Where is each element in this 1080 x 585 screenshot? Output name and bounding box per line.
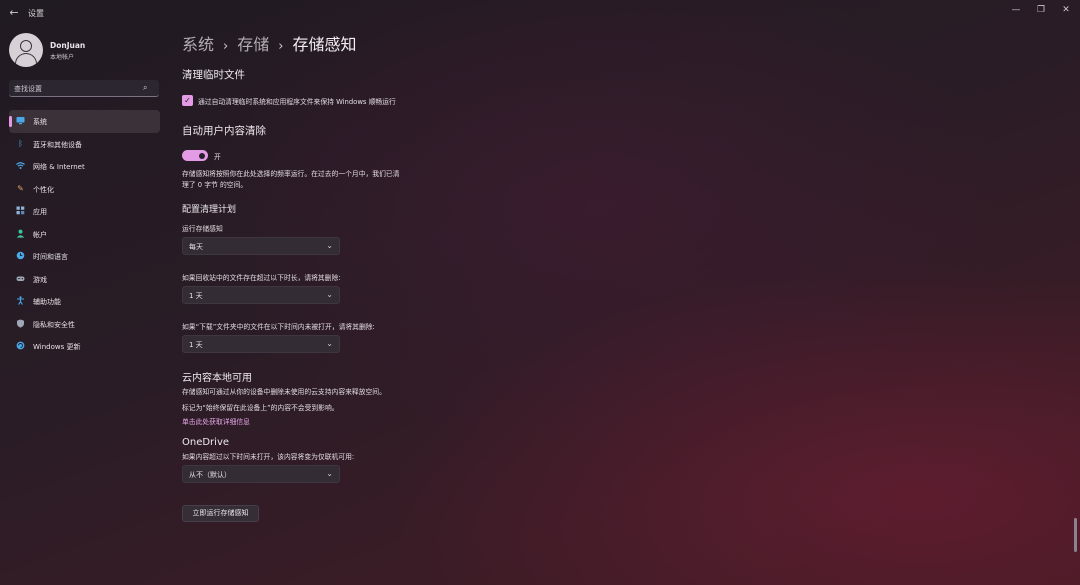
dropdown-value: 从不（默认） xyxy=(189,471,231,479)
search-icon[interactable]: ⌕ xyxy=(143,83,153,93)
user-name: DonJuan xyxy=(50,41,86,50)
sidebar-item-privacy[interactable]: 隐私和安全性 xyxy=(9,313,160,336)
cloud-description-2: 标记为“始终保留在此设备上”的内容不会受到影响。 xyxy=(182,404,339,412)
breadcrumb-storage[interactable]: 存储 xyxy=(237,35,269,54)
breadcrumb: 系统 › 存储 › 存储感知 xyxy=(182,31,356,55)
toggle-knob xyxy=(199,152,205,159)
sidebar-item-label: 辅助功能 xyxy=(33,298,61,306)
bluetooth-icon: ᛒ xyxy=(18,138,23,148)
avatar[interactable] xyxy=(9,33,43,67)
auto-cleanup-heading: 自动用户内容清除 xyxy=(182,125,266,137)
sidebar-item-gaming[interactable]: 游戏 xyxy=(9,268,160,291)
cloud-heading: 云内容本地可用 xyxy=(182,373,252,384)
sidebar-item-label: 隐私和安全性 xyxy=(33,320,75,329)
onedrive-heading: OneDrive xyxy=(182,437,230,448)
brush-icon: ✎ xyxy=(17,183,24,193)
sidebar-item-bluetooth[interactable]: ᛒ 蓝牙和其他设备 xyxy=(9,133,160,156)
sidebar-item-personalization[interactable]: ✎ 个性化 xyxy=(9,178,160,201)
cloud-description-1: 存储感知可通过从你的设备中删除未使用的云支持内容来释放空间。 xyxy=(182,388,386,396)
dropdown-value: 每天 xyxy=(189,243,203,251)
close-button[interactable]: ✕ xyxy=(1053,3,1079,17)
run-frequency-dropdown[interactable]: 每天 ⌄ xyxy=(182,237,340,255)
apps-icon xyxy=(16,206,25,215)
account-type: 本地帐户 xyxy=(50,54,75,61)
onedrive-label: 如果内容超过以下时间未打开，该内容将变为仅联机可用: xyxy=(182,453,355,461)
search-box[interactable]: ⌕ xyxy=(9,80,159,97)
shield-icon xyxy=(16,319,25,328)
storage-sense-toggle[interactable] xyxy=(182,150,208,161)
temp-files-heading: 清理临时文件 xyxy=(182,69,245,81)
update-icon xyxy=(16,341,25,350)
downloads-dropdown[interactable]: 1 天 ⌄ xyxy=(182,335,340,353)
monitor-icon xyxy=(16,116,25,125)
gamepad-icon xyxy=(16,274,25,283)
accessibility-icon xyxy=(16,296,25,305)
scrollbar[interactable] xyxy=(1074,518,1077,552)
sidebar-item-network[interactable]: 网络 & Internet xyxy=(9,155,160,178)
cleanup-temp-checkbox[interactable]: ✓ xyxy=(182,95,193,106)
recycle-bin-label: 如果回收站中的文件存在超过以下时长，请将其删除: xyxy=(182,274,341,282)
avatar-head-icon xyxy=(20,40,32,52)
sidebar-item-system[interactable]: 系统 xyxy=(9,110,160,133)
sidebar-item-label: 帐户 xyxy=(33,230,47,239)
sidebar-item-accounts[interactable]: 帐户 xyxy=(9,223,160,246)
sidebar-item-label: 系统 xyxy=(33,118,47,126)
chevron-down-icon: ⌄ xyxy=(326,290,333,299)
sidebar-item-label: Windows 更新 xyxy=(33,343,81,351)
sidebar-item-label: 应用 xyxy=(33,208,47,216)
chevron-right-icon: › xyxy=(223,39,229,54)
sidebar-item-label: 时间和语言 xyxy=(33,253,68,261)
run-frequency-label: 运行存储感知 xyxy=(182,225,223,233)
chevron-down-icon: ⌄ xyxy=(326,241,333,250)
restore-button[interactable]: ❐ xyxy=(1028,3,1054,17)
chevron-down-icon: ⌄ xyxy=(326,469,333,478)
recycle-bin-dropdown[interactable]: 1 天 ⌄ xyxy=(182,286,340,304)
checkmark-icon: ✓ xyxy=(184,96,191,105)
chevron-right-icon: › xyxy=(278,39,284,54)
cleanup-temp-label: 通过自动清理临时系统和应用程序文件来保持 Windows 顺畅运行 xyxy=(198,98,396,106)
sidebar-item-label: 网络 & Internet xyxy=(33,163,85,171)
sidebar-item-apps[interactable]: 应用 xyxy=(9,200,160,223)
avatar-body-icon xyxy=(15,53,37,67)
account-icon xyxy=(16,229,25,238)
downloads-label: 如果“下载”文件夹中的文件在以下时间内未被打开，请将其删除: xyxy=(182,323,375,331)
schedule-heading: 配置清理计划 xyxy=(182,205,237,215)
sidebar-item-label: 游戏 xyxy=(33,275,47,284)
title-bar: ← 设置 — ❐ ✕ xyxy=(0,0,1080,26)
auto-cleanup-description-2: 理了 0 字节 的空间。 xyxy=(182,181,248,189)
sidebar-nav: 系统 ᛒ 蓝牙和其他设备 网络 & Internet ✎ 个性化 应用 帐户 时… xyxy=(9,110,160,358)
globe-clock-icon xyxy=(16,251,25,260)
sidebar-item-accessibility[interactable]: 辅助功能 xyxy=(9,290,160,313)
dropdown-value: 1 天 xyxy=(189,341,203,349)
wifi-icon xyxy=(16,161,25,170)
sidebar-item-windows-update[interactable]: Windows 更新 xyxy=(9,335,160,358)
chevron-down-icon: ⌄ xyxy=(326,339,333,348)
search-input[interactable] xyxy=(14,83,134,94)
onedrive-dropdown[interactable]: 从不（默认） ⌄ xyxy=(182,465,340,483)
auto-cleanup-description-1: 存储感知将按照你在此处选择的频率运行。在过去的一个月中，我们已清 xyxy=(182,170,400,178)
breadcrumb-system[interactable]: 系统 xyxy=(182,35,214,54)
toggle-state-label: 开 xyxy=(214,153,221,161)
sidebar-item-label: 个性化 xyxy=(33,185,54,194)
app-title: 设置 xyxy=(28,9,44,18)
details-link[interactable]: 单击此处获取详细信息 xyxy=(182,416,250,426)
active-indicator xyxy=(9,116,12,127)
sidebar-item-label: 蓝牙和其他设备 xyxy=(33,140,82,149)
back-arrow-icon[interactable]: ← xyxy=(6,5,22,21)
dropdown-value: 1 天 xyxy=(189,292,203,300)
page-title: 存储感知 xyxy=(292,35,357,54)
sidebar-item-time-language[interactable]: 时间和语言 xyxy=(9,245,160,268)
run-storage-sense-now-button[interactable]: 立即运行存储感知 xyxy=(182,505,259,522)
minimize-button[interactable]: — xyxy=(1003,3,1029,17)
